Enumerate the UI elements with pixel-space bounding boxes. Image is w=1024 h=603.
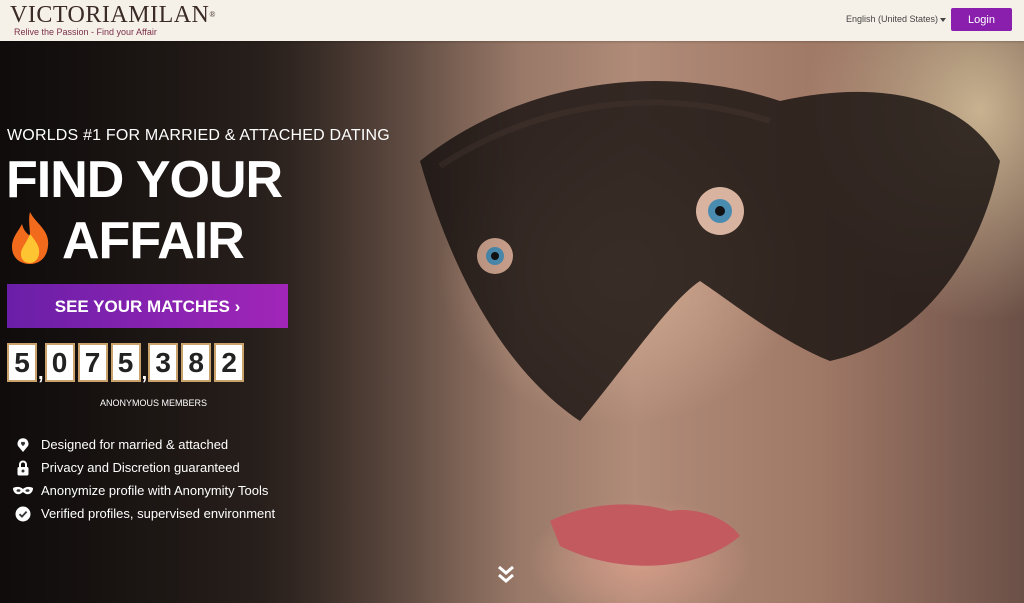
feature-item: Privacy and Discretion guaranteed <box>12 456 275 479</box>
see-matches-button[interactable]: SEE YOUR MATCHES › <box>7 284 288 328</box>
member-counter: 5 , 0 7 5 , 3 8 2 <box>7 343 247 384</box>
feature-text: Verified profiles, supervised environmen… <box>41 506 276 521</box>
counter-digit: 7 <box>77 343 108 382</box>
hero-eyebrow: WORLDS #1 FOR MARRIED & ATTACHED DATING <box>7 127 390 144</box>
feature-item: Verified profiles, supervised environmen… <box>12 502 275 525</box>
see-matches-label: SEE YOUR MATCHES <box>54 297 230 316</box>
login-button[interactable]: Login <box>951 8 1012 31</box>
verified-badge-icon <box>12 506 34 522</box>
feature-list: Designed for married & attached Privacy … <box>12 433 275 525</box>
hero-section: WORLDS #1 FOR MARRIED & ATTACHED DATING … <box>0 41 1024 603</box>
feature-text: Designed for married & attached <box>41 437 229 452</box>
mask-icon <box>12 486 34 496</box>
counter-label: ANONYMOUS MEMBERS <box>100 398 208 408</box>
top-navbar: VICTORIAMILAN® Relive the Passion - Find… <box>0 0 1024 41</box>
feature-text: Privacy and Discretion guaranteed <box>41 460 240 475</box>
counter-digit: 3 <box>148 343 179 382</box>
counter-digit: 2 <box>214 343 245 382</box>
counter-separator: , <box>141 362 148 384</box>
counter-digit: 5 <box>110 343 141 382</box>
logo-wordmark: VICTORIAMILAN® <box>10 2 216 28</box>
lock-icon <box>12 460 34 476</box>
counter-digit: 0 <box>44 343 75 382</box>
chevron-right-icon: › <box>234 297 241 316</box>
feature-item: Designed for married & attached <box>12 433 275 456</box>
counter-digit: 8 <box>181 343 212 382</box>
logo-tagline: Relive the Passion - Find your Affair <box>14 27 157 37</box>
chevron-double-down-icon[interactable] <box>496 563 516 590</box>
hero-headline-line2-text: AFFAIR <box>62 212 245 271</box>
feature-text: Anonymize profile with Anonymity Tools <box>41 483 269 498</box>
hero-headline-line2: AFFAIR <box>6 210 245 279</box>
counter-digit: 5 <box>7 343 37 382</box>
language-selector[interactable]: English (United States) <box>846 14 947 24</box>
language-label: English (United States) <box>846 14 939 24</box>
feature-item: Anonymize profile with Anonymity Tools <box>12 479 275 502</box>
hero-headline-line1: FIND YOUR <box>6 151 283 209</box>
caret-down-icon <box>940 17 947 22</box>
heart-pin-icon <box>12 437 34 453</box>
flame-icon <box>6 210 54 279</box>
counter-separator: , <box>38 362 44 384</box>
logo[interactable]: VICTORIAMILAN® Relive the Passion - Find… <box>10 2 216 37</box>
